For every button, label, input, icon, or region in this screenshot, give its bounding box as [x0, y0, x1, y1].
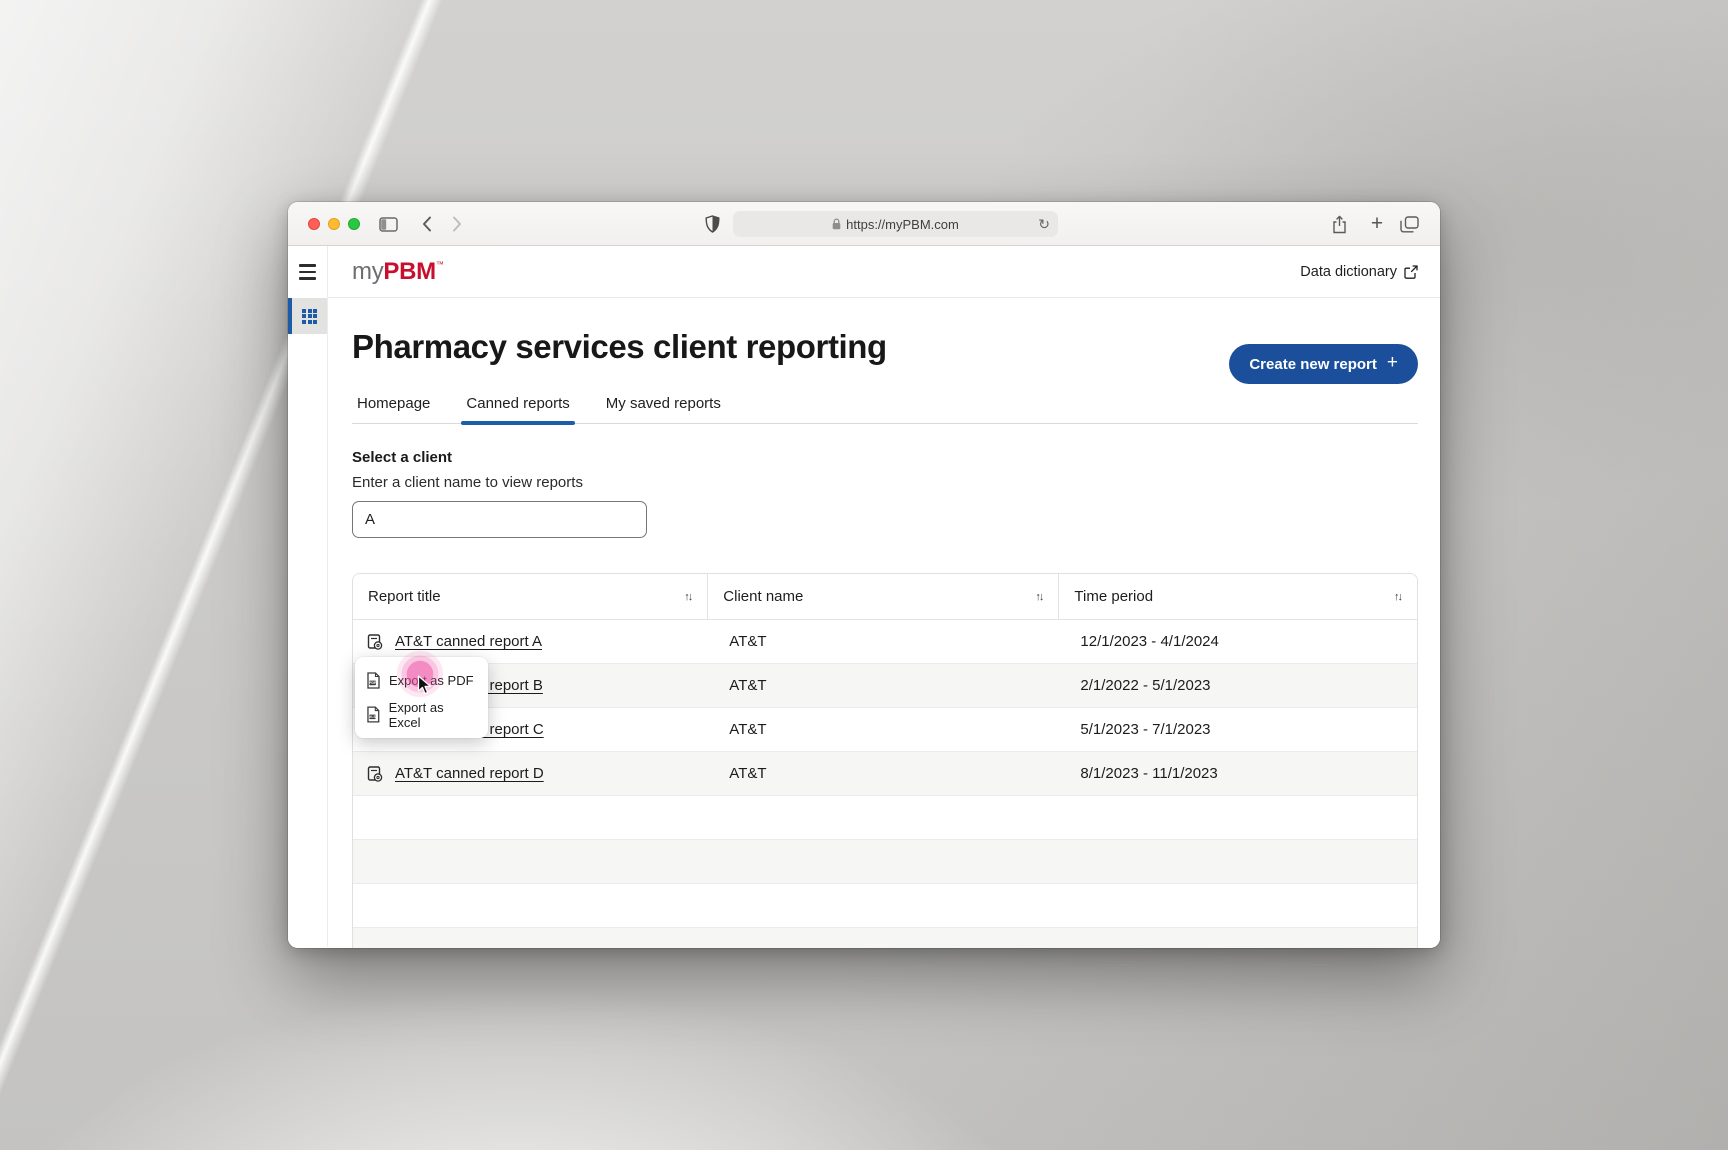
- sort-icon[interactable]: ↑↓: [684, 591, 693, 603]
- sort-icon[interactable]: ↑↓: [1035, 591, 1044, 603]
- grid-icon: [302, 308, 317, 324]
- table-row: AT&T canned report B AT&T 2/1/2022 - 5/1…: [353, 664, 1417, 708]
- client-cell: AT&T: [729, 765, 767, 782]
- export-excel-label: Export as Excel: [388, 699, 444, 730]
- svg-text:XLS: XLS: [369, 715, 376, 719]
- table-row: AT&T canned report C AT&T 5/1/2023 - 7/1…: [353, 708, 1417, 752]
- client-cell: AT&T: [729, 677, 767, 694]
- traffic-lights: [308, 218, 360, 230]
- export-pdf-label: Export as PDF: [389, 672, 474, 688]
- forward-button[interactable]: [446, 202, 468, 246]
- svg-text:PDF: PDF: [369, 681, 377, 685]
- empty-row: [353, 928, 1417, 948]
- tab-canned-reports[interactable]: Canned reports: [461, 395, 576, 425]
- app-sidebar: [288, 246, 328, 947]
- empty-row: [353, 884, 1417, 928]
- export-as-excel-item[interactable]: XLS Export as Excel: [355, 699, 488, 731]
- pdf-file-icon: PDF: [367, 672, 380, 689]
- external-link-icon: [1404, 264, 1418, 279]
- hamburger-menu-icon[interactable]: [288, 246, 327, 298]
- period-cell: 8/1/2023 - 11/1/2023: [1080, 765, 1218, 782]
- client-name-input[interactable]: [352, 501, 647, 538]
- column-header-report-title: Report title ↑↓: [368, 588, 693, 605]
- logo-trademark: ™: [435, 259, 444, 269]
- period-cell: 2/1/2022 - 5/1/2023: [1080, 677, 1211, 694]
- privacy-shield-icon[interactable]: [700, 202, 724, 246]
- report-icon: [367, 633, 383, 650]
- back-button[interactable]: [416, 202, 438, 246]
- close-window-button[interactable]: [308, 218, 320, 230]
- report-icon: [367, 765, 383, 782]
- app-header: my PBM ™ Data dictionary: [328, 246, 1440, 298]
- main-content: my PBM ™ Data dictionary Pharmacy services…: [328, 246, 1440, 948]
- share-icon[interactable]: [1326, 202, 1352, 246]
- address-bar[interactable]: https://myPBM.com ↻: [733, 211, 1058, 237]
- logo-prefix: my: [352, 257, 384, 285]
- table-row: AT&T canned report A AT&T 12/1/2023 - 4/…: [353, 620, 1417, 664]
- export-context-menu: PDF Export as PDF XLS Export as Excel: [355, 657, 488, 738]
- lock-icon: [832, 218, 841, 230]
- tab-overview-icon[interactable]: [1394, 202, 1424, 246]
- new-tab-icon[interactable]: +: [1364, 202, 1390, 246]
- select-client-label: Select a client: [352, 449, 453, 466]
- tab-bar: Homepage Canned reports My saved reports: [352, 395, 1418, 425]
- mypbm-logo: my PBM ™: [352, 258, 444, 286]
- excel-file-icon: XLS: [367, 706, 380, 723]
- browser-window: https://myPBM.com ↻ + my PBM ™ Data dict…: [288, 202, 1440, 948]
- client-cell: AT&T: [729, 721, 767, 738]
- reports-table: Report title ↑↓ Client name ↑↓ Time peri…: [352, 573, 1418, 948]
- create-new-report-button[interactable]: Create new report +: [1229, 344, 1418, 384]
- table-row: AT&T canned report D AT&T 8/1/2023 - 11/…: [353, 752, 1417, 796]
- table-header-row: Report title ↑↓ Client name ↑↓ Time peri…: [353, 574, 1417, 620]
- column-header-client-name: Client name ↑↓: [707, 574, 1058, 619]
- app-root: my PBM ™ Data dictionary Pharmacy services…: [288, 246, 1440, 948]
- sidebar-item-reports[interactable]: [288, 298, 327, 334]
- data-dictionary-label: Data dictionary: [1300, 263, 1397, 280]
- tab-my-saved-reports[interactable]: My saved reports: [601, 395, 726, 423]
- create-button-label: Create new report: [1249, 355, 1377, 373]
- zoom-window-button[interactable]: [348, 218, 360, 230]
- minimize-window-button[interactable]: [328, 218, 340, 230]
- column-header-time-period: Time period ↑↓: [1058, 574, 1417, 619]
- browser-toolbar: https://myPBM.com ↻ +: [288, 202, 1440, 246]
- period-cell: 5/1/2023 - 7/1/2023: [1080, 721, 1211, 738]
- select-client-description: Enter a client name to view reports: [352, 474, 583, 491]
- report-link[interactable]: AT&T canned report D: [395, 765, 544, 782]
- export-as-pdf-item[interactable]: PDF Export as PDF: [355, 664, 488, 696]
- sort-icon[interactable]: ↑↓: [1394, 591, 1403, 603]
- data-dictionary-link[interactable]: Data dictionary: [1300, 264, 1418, 280]
- report-link[interactable]: AT&T canned report A: [395, 633, 542, 650]
- tab-homepage[interactable]: Homepage: [352, 395, 435, 423]
- client-cell: AT&T: [729, 633, 767, 650]
- table-body: AT&T canned report A AT&T 12/1/2023 - 4/…: [353, 620, 1417, 948]
- logo-main: PBM: [383, 257, 436, 285]
- empty-row: [353, 840, 1417, 884]
- empty-row: [353, 796, 1417, 840]
- url-text: https://myPBM.com: [846, 216, 959, 232]
- plus-icon: +: [1386, 352, 1398, 373]
- sidebar-toggle-icon[interactable]: [376, 202, 400, 246]
- period-cell: 12/1/2023 - 4/1/2024: [1080, 633, 1219, 650]
- reload-icon[interactable]: ↻: [1038, 217, 1050, 231]
